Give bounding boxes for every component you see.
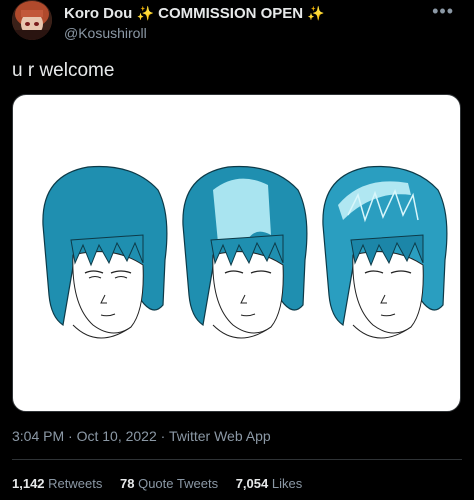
head-rendered-shading (322, 165, 448, 339)
head-highlight-blocks (182, 165, 308, 339)
tweet-time[interactable]: 3:04 PM (12, 428, 64, 444)
tweet-text: u r welcome (12, 60, 115, 81)
quote-tweets-label: Quote Tweets (138, 476, 219, 491)
likes-label: Likes (271, 476, 303, 491)
tweet-stats: 1,142 Retweets 78 Quote Tweets 7,054 Lik… (12, 476, 316, 491)
author-handle[interactable]: @Kosushiroll (64, 25, 147, 41)
author-title: COMMISSION OPEN (158, 5, 304, 22)
tweet-source[interactable]: Twitter Web App (169, 428, 271, 444)
author-name-line[interactable]: Koro Dou ✨ COMMISSION OPEN ✨ (64, 5, 325, 22)
meta-separator: · (68, 428, 73, 444)
avatar[interactable] (12, 0, 52, 40)
avatar-image (12, 0, 52, 40)
meta-separator: · (160, 428, 166, 444)
sparkles-icon: ✨ (307, 5, 325, 21)
likes-count: 7,054 (235, 476, 269, 491)
hair-shading-illustration (42, 165, 448, 339)
sparkles-icon: ✨ (136, 5, 154, 21)
tweet-meta: 3:04 PM · Oct 10, 2022 · Twitter Web App (12, 428, 271, 444)
tweet-header: Koro Dou ✨ COMMISSION OPEN ✨ @Kosushirol… (12, 0, 462, 50)
tweet-date[interactable]: Oct 10, 2022 (77, 428, 157, 444)
head-flat-color (42, 165, 168, 339)
retweets-count: 1,142 (12, 476, 45, 491)
divider (12, 459, 462, 460)
more-icon[interactable]: ••• (432, 1, 454, 22)
quote-tweets-count: 78 (120, 476, 135, 491)
retweets-stat[interactable]: 1,142 Retweets (12, 476, 106, 491)
author-name[interactable]: Koro Dou (64, 5, 132, 22)
tweet-media-image[interactable] (12, 94, 461, 412)
likes-stat[interactable]: 7,054 Likes (236, 476, 303, 491)
retweets-label: Retweets (48, 476, 103, 491)
quote-tweets-stat[interactable]: 78 Quote Tweets (120, 476, 222, 491)
